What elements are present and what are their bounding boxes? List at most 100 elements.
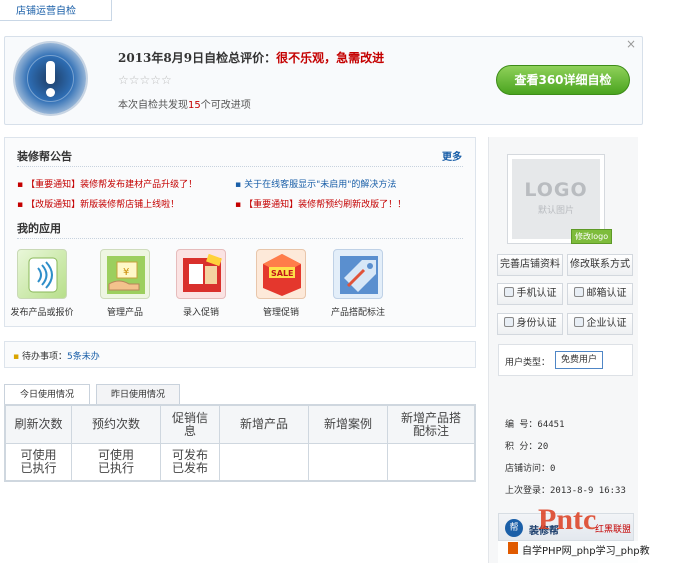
announcement-item[interactable]: ▪ 【重要通知】装修帮预约刷新改版了！！ <box>235 197 406 210</box>
info-value: 0 <box>550 464 556 474</box>
column-header: 新增产品搭配标注 <box>387 405 475 444</box>
info-key: 店铺访问： <box>505 464 551 474</box>
email-verify-button[interactable]: 邮箱认证 <box>567 283 633 305</box>
tab-today-usage[interactable]: 今日使用情况 <box>4 384 90 405</box>
sidebar: LOGO 默认图片 修改logo 完善店铺资料 修改联系方式 手机认证 邮箱认证… <box>488 137 638 563</box>
announcement-item[interactable]: ▪ 【改版通知】新版装修帮店铺上线啦！ <box>17 197 179 210</box>
button-label: 修改联系方式 <box>570 259 630 270</box>
phone-icon <box>503 287 514 297</box>
evaluation-verdict: 很不乐观，急需改进 <box>276 51 385 65</box>
complete-store-info-button[interactable]: 完善店铺资料 <box>497 254 563 276</box>
id-verify-button[interactable]: 身份认证 <box>497 313 563 335</box>
info-key: 编 号： <box>505 420 538 430</box>
id-card-icon <box>503 317 514 327</box>
app-manage-products[interactable]: ¥ 管理产品 <box>90 249 160 318</box>
logo-placeholder-text: LOGO <box>524 179 588 201</box>
points-row: 积 分：20 <box>505 439 548 452</box>
announcement-tag: 【重要通知】 <box>244 200 299 210</box>
announcement-tag: 关于在线客服显示 <box>244 180 317 190</box>
last-login-row: 上次登录：2013-8-9 16:33 <box>505 483 626 496</box>
rating-stars: ☆☆☆☆☆ <box>118 73 172 87</box>
document-icon <box>573 317 584 327</box>
announcement-text: 新版装修帮店铺上线啦！ <box>80 200 180 210</box>
usage-table: 刷新次数 预约次数 促销信息 新增产品 新增案例 新增产品搭配标注 可使用 已执… <box>4 404 476 482</box>
user-type-box: 用户类型： 免费用户 <box>498 344 633 376</box>
todo-label: 待办事项： <box>21 352 67 362</box>
announcement-tag: 【重要通知】 <box>26 180 81 190</box>
tab-yesterday-usage[interactable]: 昨日使用情况 <box>96 384 180 405</box>
product-icon: ¥ <box>100 249 150 299</box>
button-label: 身份认证 <box>516 318 557 329</box>
info-value: 20 <box>537 442 549 452</box>
sale-manage-icon: SALE <box>256 249 306 299</box>
info-key: 积 分： <box>505 442 538 452</box>
column-header: 预约次数 <box>71 405 161 444</box>
announcement-text: 装修帮发布建材产品升级了！ <box>80 180 198 190</box>
evaluation-summary-suffix: 个可改进项 <box>200 100 251 111</box>
divider <box>17 166 463 167</box>
sale-entry-icon <box>176 249 226 299</box>
edit-contact-button[interactable]: 修改联系方式 <box>567 254 633 276</box>
watermark-logo: Pntc <box>538 503 597 536</box>
todo-bar: ▪ 待办事项：5条未办 <box>4 341 476 368</box>
signal-icon <box>17 249 67 299</box>
column-header: 刷新次数 <box>5 405 72 444</box>
tag-icon <box>333 249 383 299</box>
mail-icon <box>573 287 584 297</box>
app-enter-promotion[interactable]: 录入促销 <box>166 249 236 318</box>
app-label: 录入促销 <box>182 308 219 318</box>
table-cell: 可使用 已执行 <box>5 443 72 481</box>
todo-link[interactable]: 5条未办 <box>67 352 100 362</box>
app-label: 产品搭配标注 <box>330 308 385 318</box>
table-cell: 可使用 已执行 <box>71 443 161 481</box>
app-label: 管理促销 <box>262 308 299 318</box>
table-cell <box>387 443 475 481</box>
evaluation-summary: 本次自检共发现15个可改进项 <box>118 96 251 111</box>
evaluation-summary-prefix: 本次自检共发现 <box>118 100 188 111</box>
button-label: 手机认证 <box>516 288 557 299</box>
announcement-and-apps-panel: 装修帮公告 更多 ▪ 【重要通知】装修帮发布建材产品升级了！ ▪ 关于在线客服显示"… <box>4 137 476 327</box>
table-cell: 可发布 已发布 <box>160 443 220 481</box>
table-row: 可使用 已执行 可使用 已执行 可发布 已发布 <box>5 443 475 481</box>
button-label: 邮箱认证 <box>586 288 627 299</box>
svg-text:SALE: SALE <box>271 269 294 278</box>
info-value: 2013-8-9 16:33 <box>550 486 626 496</box>
app-manage-promotion[interactable]: SALE 管理促销 <box>246 249 316 318</box>
radar-alert-icon <box>15 43 86 114</box>
store-id-row: 编 号：64451 <box>505 417 565 430</box>
announcement-text: "未启用"的解决方法 <box>316 180 397 190</box>
info-key: 上次登录： <box>505 486 551 496</box>
app-product-matching[interactable]: 产品搭配标注 <box>323 249 393 318</box>
watermark-text: 自学PHP网_php学习_php教 <box>522 546 650 557</box>
partner-text: 红黑联盟 <box>595 525 632 535</box>
apps-title: 我的应用 <box>17 222 61 235</box>
close-icon[interactable]: × <box>626 37 636 51</box>
edit-logo-button[interactable]: 修改logo <box>571 229 613 244</box>
todo-text: ▪ 待办事项：5条未办 <box>13 352 100 362</box>
brand-badge-icon: 帮 <box>505 519 523 537</box>
announcements-title: 装修帮公告 <box>17 150 72 163</box>
logo-placeholder-sub: 默认图片 <box>537 206 574 216</box>
company-verify-button[interactable]: 企业认证 <box>567 313 633 335</box>
more-link[interactable]: 更多 <box>442 148 462 163</box>
issue-count: 15 <box>188 100 201 111</box>
evaluation-title-prefix: 2013年8月9日自检总评价： <box>118 51 277 65</box>
column-header: 新增案例 <box>308 405 388 444</box>
watermark: Pntc 自学PHP网_php学习_php教 <box>498 503 675 563</box>
app-label: 管理产品 <box>106 308 143 318</box>
user-type-value: 免费用户 <box>555 351 604 369</box>
svg-text:¥: ¥ <box>123 267 129 278</box>
table-cell <box>308 443 388 481</box>
divider <box>17 238 463 239</box>
view-360-detail-button[interactable]: 查看360详细自检 <box>496 65 630 95</box>
announcement-text: 装修帮预约刷新改版了！！ <box>298 200 407 210</box>
tab-store-self-check-label: 店铺运营自检 <box>16 6 76 17</box>
app-publish-product[interactable]: 发布产品或报价 <box>7 249 77 318</box>
tab-store-self-check[interactable]: 店铺运营自检 <box>0 0 112 21</box>
announcement-item[interactable]: ▪ 【重要通知】装修帮发布建材产品升级了！ <box>17 177 197 190</box>
app-label: 发布产品或报价 <box>10 308 74 318</box>
announcement-item[interactable]: ▪ 关于在线客服显示"未启用"的解决方法 <box>235 177 396 190</box>
phone-verify-button[interactable]: 手机认证 <box>497 283 563 305</box>
evaluation-title: 2013年8月9日自检总评价：很不乐观，急需改进 <box>118 49 384 66</box>
button-label: 企业认证 <box>586 318 627 329</box>
